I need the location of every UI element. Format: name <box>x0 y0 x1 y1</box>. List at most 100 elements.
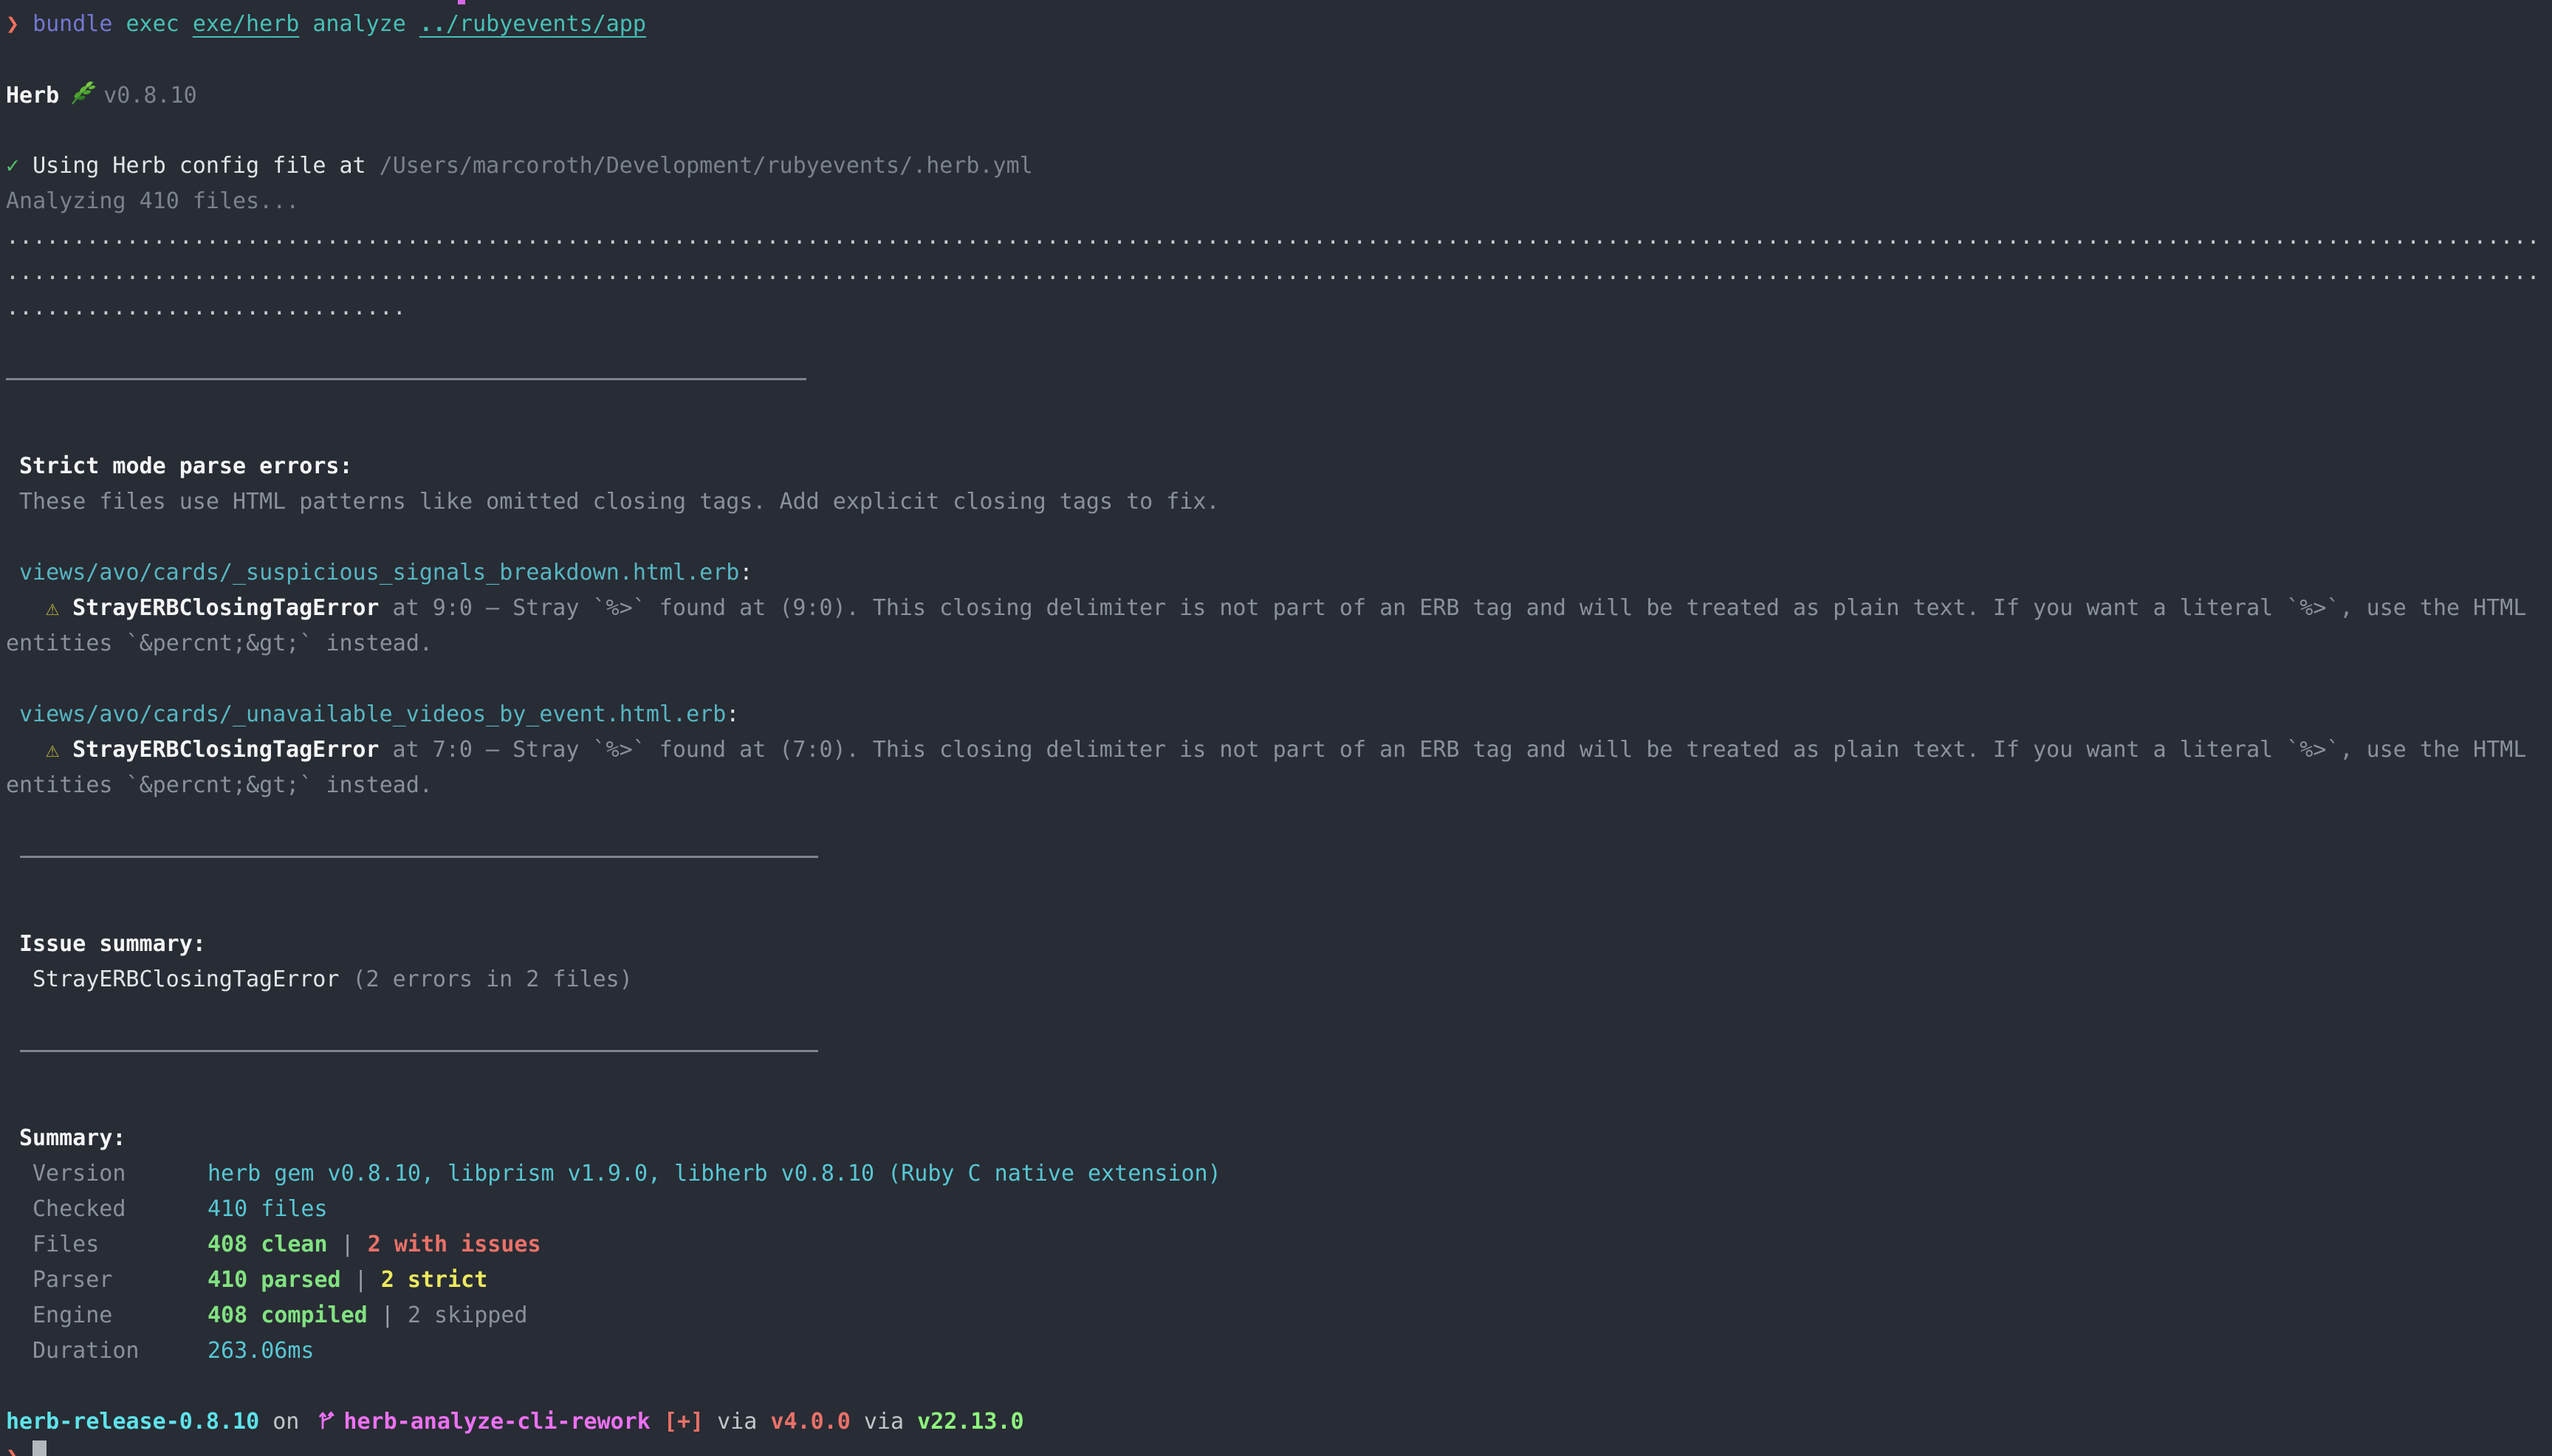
summary-label: Duration <box>32 1333 207 1369</box>
summary-separator: | <box>368 1302 408 1328</box>
node-version: v22.13.0 <box>917 1409 1024 1435</box>
blank-line <box>0 326 2552 361</box>
command-target-path[interactable]: ../rubyevents/app <box>419 11 646 37</box>
summary-value-clean: 408 clean <box>207 1232 328 1257</box>
status-bar: herb-release-0.8.10 on herb-analyze-cli-… <box>0 1404 2552 1440</box>
summary-value-parsed: 410 parsed <box>207 1267 341 1293</box>
command-program: bundle <box>32 11 126 37</box>
diagnostic-detail: at 7:0 – Stray `%>` found at (7:0). This… <box>379 737 2526 763</box>
strict-errors-description-line: These files use HTML patterns like omitt… <box>0 484 2552 520</box>
diagnostic-message-line: ⚠ StrayERBClosingTagError at 9:0 – Stray … <box>0 591 2552 626</box>
ruby-version: v4.0.0 <box>770 1409 850 1435</box>
issue-summary-item: StrayERBClosingTagError (2 errors in 2 f… <box>0 962 2552 997</box>
summary-title-line: Summary: <box>0 1121 2552 1156</box>
app-version: v0.8.10 <box>103 83 196 109</box>
app-name: Herb <box>6 83 59 109</box>
blank-line <box>0 997 2552 1033</box>
git-branch-name: herb-analyze-cli-rework <box>343 1409 650 1435</box>
block-cursor[interactable] <box>32 1440 47 1456</box>
blank-line <box>0 1085 2552 1121</box>
diagnostic-file-path[interactable]: views/avo/cards/_unavailable_videos_by_e… <box>19 701 726 727</box>
summary-separator: | <box>341 1267 381 1293</box>
summary-value-strict: 2 strict <box>381 1267 488 1293</box>
app-header-line: Herb v0.8.10 <box>0 78 2552 113</box>
analyzing-line: Analyzing 410 files... <box>0 184 2552 219</box>
prompt-icon: ❯ <box>6 1444 19 1456</box>
diagnostic-detail-continued: entities `&percnt;&gt;` instead. <box>6 772 433 798</box>
current-directory: herb-release-0.8.10 <box>6 1409 259 1435</box>
summary-separator: | <box>328 1232 368 1257</box>
summary-value-skipped: 2 skipped <box>408 1302 528 1328</box>
blank-line <box>0 803 2552 839</box>
config-label: Using Herb config file at <box>32 153 380 179</box>
command-line: ❯ bundle exec exe/herb analyze ../rubyeve… <box>0 7 2552 42</box>
blank-line <box>0 413 2552 449</box>
divider-line <box>0 1050 2552 1085</box>
check-icon: ✓ <box>6 153 19 179</box>
section-divider <box>20 1050 818 1052</box>
strict-errors-description: These files use HTML patterns like omitt… <box>19 489 1220 515</box>
command-executable-path[interactable]: exe/herb <box>193 11 300 37</box>
diagnostic-detail: at 9:0 – Stray `%>` found at (9:0). This… <box>379 595 2526 621</box>
diagnostic-file-line: views/avo/cards/_suspicious_signals_brea… <box>0 555 2552 591</box>
summary-row-files: Files408 clean | 2 with issues <box>0 1227 2552 1263</box>
summary-value: 410 files <box>207 1196 328 1222</box>
blank-line <box>0 113 2552 148</box>
diagnostic-error-name: StrayERBClosingTagError <box>72 595 379 621</box>
diagnostic-message-continuation: entities `&percnt;&gt;` instead. <box>0 768 2552 803</box>
summary-row-parser: Parser410 parsed | 2 strict <box>0 1263 2552 1298</box>
summary-label: Files <box>32 1227 207 1263</box>
issue-summary-title-line: Issue summary: <box>0 927 2552 962</box>
diagnostic-error-name: StrayERBClosingTagError <box>72 737 379 763</box>
via-label: via <box>717 1409 770 1435</box>
herb-leaf-icon <box>68 78 97 107</box>
diagnostic-message-continuation: entities `&percnt;&gt;` instead. <box>0 626 2552 662</box>
command-subcommand: exec <box>126 11 193 37</box>
diagnostic-file-line: views/avo/cards/_unavailable_videos_by_e… <box>0 697 2552 732</box>
progress-dots-row: .............................. <box>0 290 2552 326</box>
blank-line <box>0 891 2552 927</box>
blank-line <box>0 662 2552 697</box>
summary-title: Summary: <box>19 1125 126 1151</box>
strict-errors-title-line: Strict mode parse errors: <box>0 449 2552 484</box>
warning-icon: ⚠ <box>46 737 59 763</box>
via-label: via <box>851 1409 917 1435</box>
diagnostic-file-path[interactable]: views/avo/cards/_suspicious_signals_brea… <box>19 560 739 586</box>
summary-row-checked: Checked410 files <box>0 1192 2552 1227</box>
analyzing-text: Analyzing 410 files... <box>6 188 299 214</box>
summary-label: Version <box>32 1156 207 1192</box>
summary-row-engine: Engine408 compiled | 2 skipped <box>0 1298 2552 1333</box>
git-branch-icon <box>315 1407 337 1432</box>
on-label: on <box>259 1409 312 1435</box>
issue-error-count: (2 errors in 2 files) <box>339 966 632 992</box>
summary-row-version: Versionherb gem v0.8.10, libprism v1.9.0… <box>0 1156 2552 1192</box>
summary-value-compiled: 408 compiled <box>207 1302 368 1328</box>
section-divider <box>6 378 806 380</box>
terminal: ❯ bundle exec exe/herb analyze ../rubyeve… <box>0 0 2552 1456</box>
diagnostic-file-colon: : <box>739 560 752 586</box>
summary-label: Checked <box>32 1192 207 1227</box>
issue-summary-title: Issue summary: <box>19 931 206 957</box>
summary-value-issues: 2 with issues <box>368 1232 541 1257</box>
summary-row-duration: Duration263.06ms <box>0 1333 2552 1369</box>
divider-line <box>0 856 2552 891</box>
command-action: analyze <box>299 11 419 37</box>
summary-value: herb gem v0.8.10, libprism v1.9.0, libhe… <box>207 1161 1221 1187</box>
git-status-badge: [+] <box>651 1409 717 1435</box>
config-path[interactable]: /Users/marcoroth/Development/rubyevents/… <box>380 153 1033 179</box>
config-line: ✓ Using Herb config file at /Users/marcor… <box>0 148 2552 184</box>
diagnostic-detail-continued: entities `&percnt;&gt;` instead. <box>6 631 433 656</box>
clipped-previous-line-artifact <box>458 0 465 4</box>
input-line[interactable]: ❯ <box>0 1440 2552 1456</box>
warning-icon: ⚠ <box>46 595 59 621</box>
strict-errors-title: Strict mode parse errors: <box>19 453 353 479</box>
section-divider <box>20 856 818 858</box>
divider-line <box>0 378 2552 413</box>
blank-line <box>0 1369 2552 1404</box>
blank-line <box>0 520 2552 555</box>
issue-error-name: StrayERBClosingTagError <box>32 966 339 992</box>
prompt-icon: ❯ <box>6 11 19 37</box>
progress-dots-row: ........................................… <box>0 255 2552 290</box>
blank-line <box>0 42 2552 78</box>
diagnostic-file-colon: : <box>726 701 739 727</box>
